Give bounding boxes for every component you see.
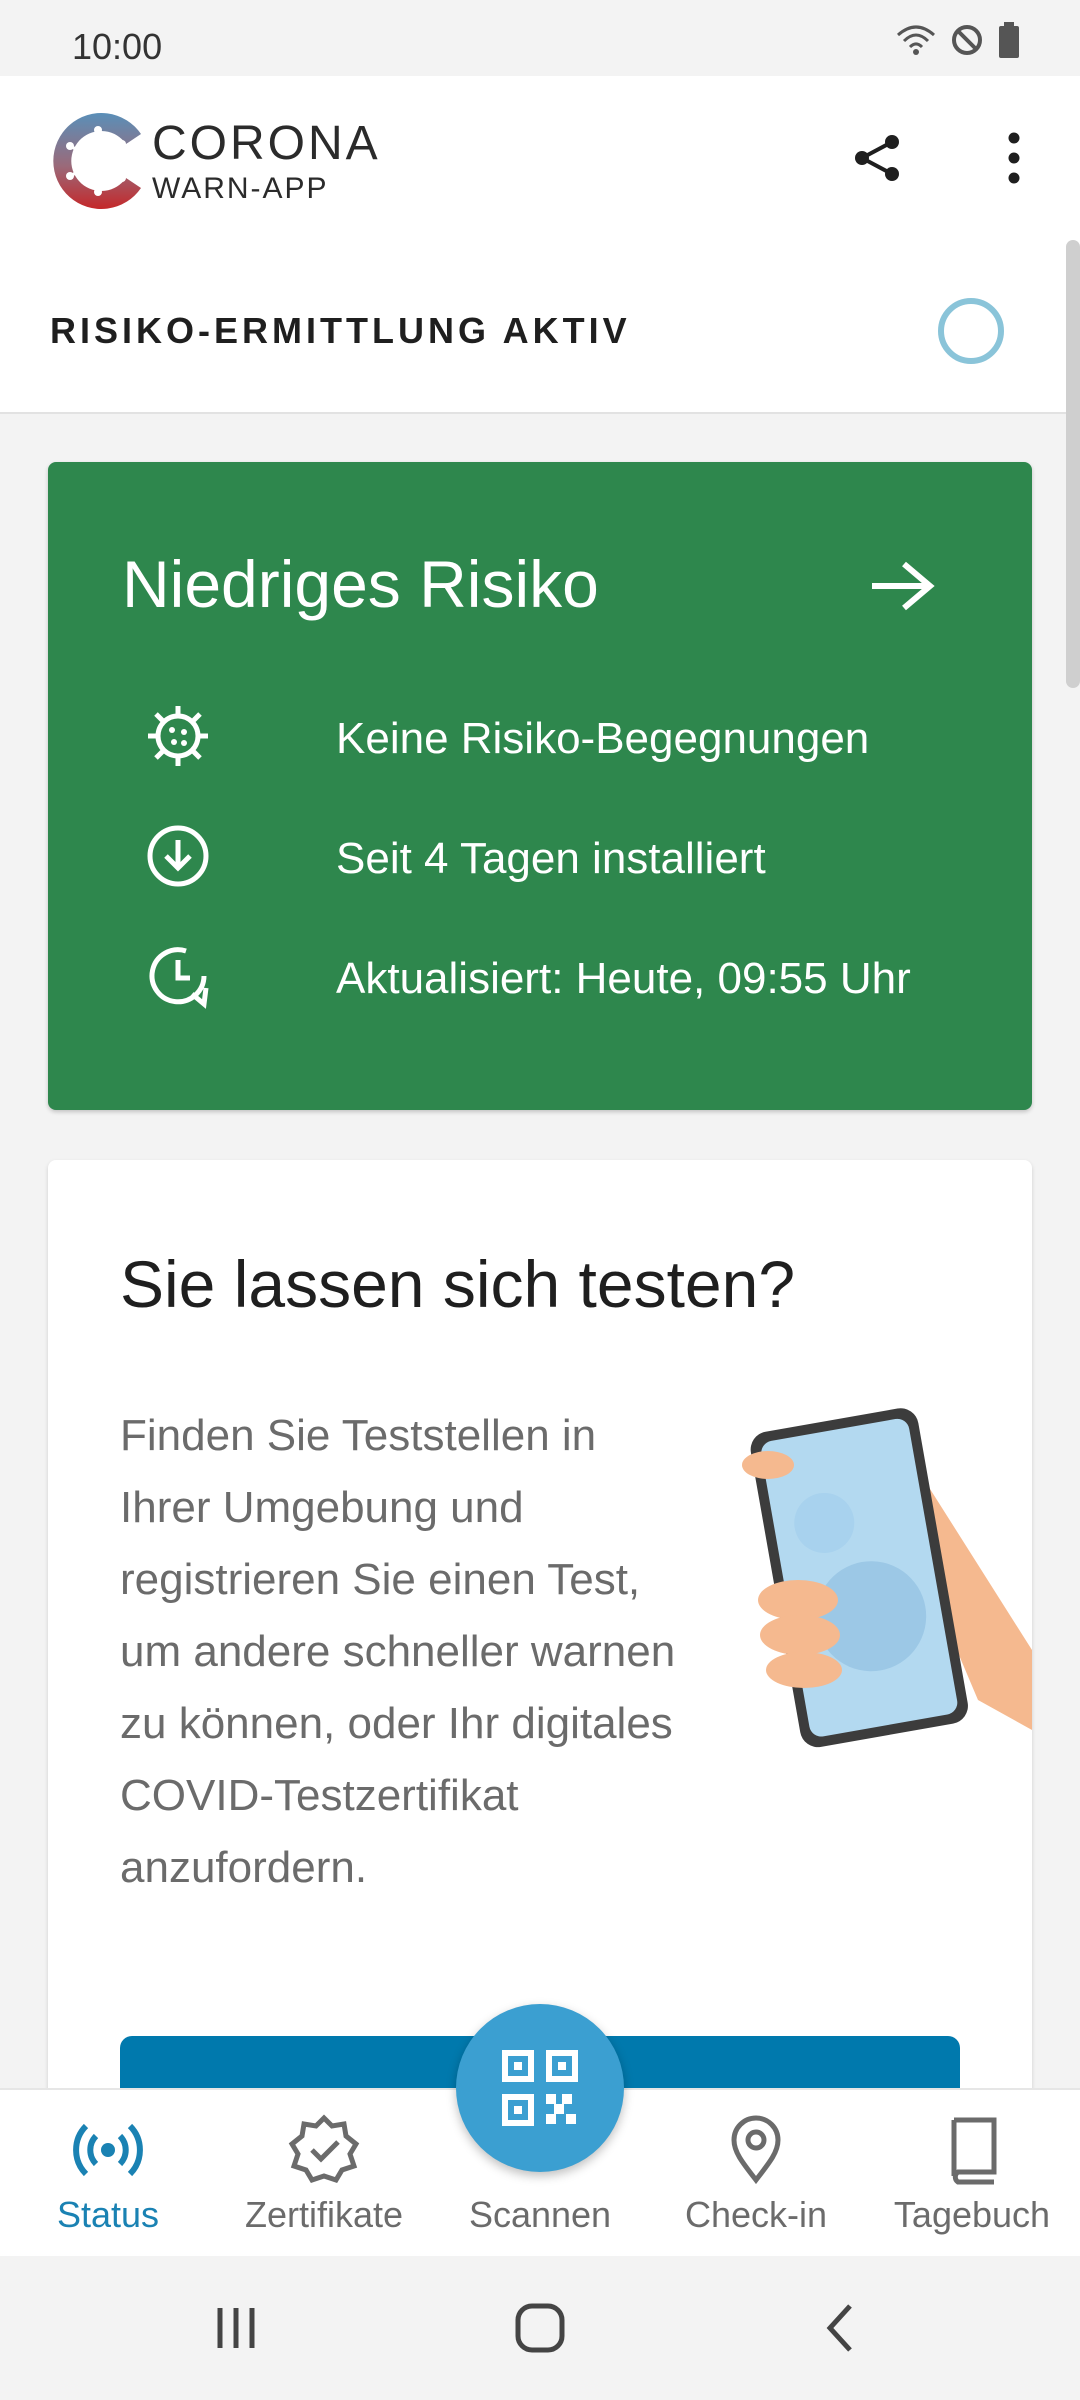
test-card-description: Finden Sie Teststellen in Ihrer Umgebung… — [120, 1411, 676, 1892]
status-time: 10:00 — [72, 26, 163, 67]
risk-card-title: Niedriges Risiko — [122, 547, 599, 621]
risk-determination-status: RISIKO-ERMITTLUNG AKTIV — [0, 240, 1080, 414]
wifi-icon — [897, 25, 935, 55]
nav-label: Scannen — [468, 2194, 612, 2235]
recents-button[interactable] — [206, 2298, 266, 2358]
back-icon — [826, 2304, 852, 2352]
more-vert-icon — [1008, 132, 1020, 184]
battery-icon — [999, 22, 1019, 58]
system-icons — [896, 22, 1020, 58]
nav-item-status[interactable]: Status — [0, 2090, 216, 2258]
risk-item-text: Aktualisiert: Heute, 09:55 Uhr — [336, 954, 911, 1003]
risk-item-text: Keine Risiko-Begegnungen — [336, 714, 870, 763]
nav-item-check-in[interactable]: Check-in — [648, 2090, 864, 2258]
nav-item-tagebuch[interactable]: Tagebuch — [864, 2090, 1080, 2258]
virus-icon — [148, 706, 208, 766]
nav-label: Check-in — [684, 2194, 828, 2235]
certificate-badge-icon — [288, 2114, 360, 2184]
location-pin-icon — [731, 2115, 781, 2185]
nav-label: Zertifikate — [244, 2194, 404, 2235]
do-not-disturb-icon — [952, 25, 982, 55]
qr-code-icon — [502, 2050, 578, 2126]
scrollbar[interactable] — [1066, 240, 1080, 688]
risk-status-label: RISIKO-ERMITTLUNG AKTIV — [50, 310, 631, 351]
nav-label: Tagebuch — [893, 2194, 1051, 2235]
risk-item-text: Seit 4 Tagen installiert — [336, 834, 766, 883]
share-icon — [855, 135, 899, 181]
clock-refresh-icon — [149, 947, 209, 1009]
progress-indicator — [938, 298, 1004, 364]
arrow-right-icon — [872, 561, 935, 611]
broadcast-icon — [73, 2123, 143, 2177]
scan-button[interactable] — [456, 2004, 624, 2172]
corona-warn-app-logo — [53, 113, 142, 209]
risk-item-updated: Aktualisiert: Heute, 09:55 Uhr — [144, 942, 964, 1022]
phone-in-hand-illustration — [742, 1408, 1032, 1748]
test-card-title: Sie lassen sich testen? — [120, 1247, 796, 1321]
share-button[interactable] — [848, 128, 908, 188]
system-navigation-bar — [0, 2256, 1080, 2400]
logo-title: CORONA — [152, 117, 381, 170]
home-icon — [515, 2303, 565, 2353]
home-button[interactable] — [510, 2298, 570, 2358]
risk-item-encounters: Keine Risiko-Begegnungen — [144, 702, 964, 782]
recents-icon — [217, 2308, 255, 2348]
nav-label: Status — [56, 2194, 160, 2235]
back-button[interactable] — [812, 2298, 872, 2358]
risk-card[interactable]: Niedriges Risiko Keine Risiko-Begegnunge… — [48, 462, 1032, 1110]
book-icon — [951, 2117, 997, 2185]
app-header: CORONA WARN-APP — [0, 76, 1080, 240]
download-circle-icon — [147, 825, 209, 887]
status-bar: 10:00 — [0, 0, 1080, 76]
logo-subtitle: WARN-APP — [152, 172, 329, 205]
nav-item-zertifikate[interactable]: Zertifikate — [216, 2090, 432, 2258]
overflow-menu-button[interactable] — [984, 128, 1044, 188]
risk-item-installed: Seit 4 Tagen installiert — [144, 822, 964, 902]
